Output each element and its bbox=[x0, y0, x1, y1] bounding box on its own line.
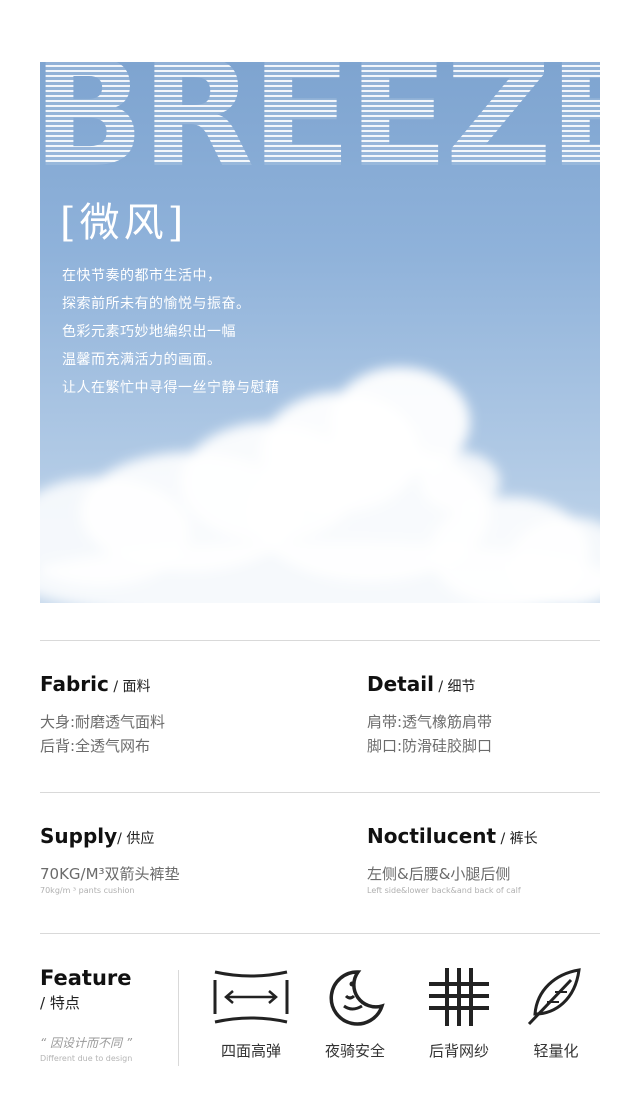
spec-supply-zh: / 供应 bbox=[117, 831, 155, 847]
spec-supply: Supply/ 供应 70KG/M³双箭头裤垫 70kg/m ³ pants c… bbox=[40, 824, 180, 895]
divider bbox=[40, 792, 600, 793]
spec-fabric-heading: Fabric / 面料 bbox=[40, 672, 165, 696]
spec-fabric-title: Fabric bbox=[40, 672, 109, 696]
hero-description: 在快节奏的都市生活中， 探索前所未有的愉悦与振奋。 色彩元素巧妙地编织出一幅 温… bbox=[62, 262, 280, 402]
spec-detail-line: 肩带:透气橡筋肩带 bbox=[367, 713, 493, 731]
feature-subtitle: / 特点 bbox=[40, 994, 80, 1012]
spec-supply-small: 70kg/m ³ pants cushion bbox=[40, 886, 135, 895]
spec-noctilucent-heading: Noctilucent / 裤长 bbox=[367, 824, 538, 848]
spec-noctilucent-line: 左侧&后腰&小腿后侧 bbox=[367, 865, 511, 883]
spec-fabric: Fabric / 面料 大身:耐磨透气面料 后背:全透气网布 bbox=[40, 672, 165, 758]
hero-line: 温馨而充满活力的画面。 bbox=[62, 352, 222, 368]
feature-quote: “ 因设计而不同 ” bbox=[40, 1036, 133, 1050]
spec-supply-title: Supply bbox=[40, 824, 118, 848]
spec-supply-heading: Supply/ 供应 bbox=[40, 824, 180, 848]
feature-heading: Feature / 特点 bbox=[40, 966, 132, 1013]
spec-detail-title: Detail bbox=[367, 672, 434, 696]
feature-item: 四面高弹 bbox=[199, 966, 303, 1061]
spec-detail-line: 脚口:防滑硅胶脚口 bbox=[367, 737, 493, 755]
spec-detail-zh: / 细节 bbox=[433, 679, 476, 695]
feather-icon bbox=[527, 968, 581, 1026]
moon-night-icon bbox=[329, 970, 385, 1026]
spec-noctilucent: Noctilucent / 裤长 左侧&后腰&小腿后侧 Left side&lo… bbox=[367, 824, 538, 895]
feature-title: Feature bbox=[40, 966, 132, 990]
feature-label: 后背网纱 bbox=[428, 1042, 489, 1060]
divider bbox=[40, 640, 600, 641]
feature-label: 四面高弹 bbox=[220, 1042, 281, 1060]
spec-fabric-zh: / 面料 bbox=[108, 679, 151, 695]
hero-big-word: BREEZE bbox=[40, 62, 600, 188]
spec-noctilucent-title: Noctilucent bbox=[367, 824, 497, 848]
hero-line: 探索前所未有的愉悦与振奋。 bbox=[62, 296, 251, 312]
hero-line: 在快节奏的都市生活中， bbox=[62, 268, 222, 284]
feature-quote-en: Different due to design bbox=[40, 1054, 133, 1063]
spec-noctilucent-zh: / 裤长 bbox=[496, 831, 538, 847]
feature-label: 轻量化 bbox=[533, 1042, 579, 1060]
feature-item: 夜骑安全 bbox=[303, 966, 407, 1061]
feature-label: 夜骑安全 bbox=[324, 1042, 385, 1060]
feature-item: 后背网纱 bbox=[407, 966, 511, 1061]
hero-line: 色彩元素巧妙地编织出一幅 bbox=[62, 324, 236, 340]
four-way-stretch-icon bbox=[213, 970, 289, 1024]
spec-noctilucent-small: Left side&lower back&and back of calf bbox=[367, 886, 521, 895]
spec-detail: Detail / 细节 肩带:透气橡筋肩带 脚口:防滑硅胶脚口 bbox=[367, 672, 492, 758]
spec-detail-heading: Detail / 细节 bbox=[367, 672, 492, 696]
feature-item: 轻量化 bbox=[504, 966, 608, 1061]
mesh-grid-icon bbox=[429, 968, 489, 1026]
spec-fabric-line: 后背:全透气网布 bbox=[40, 737, 151, 755]
divider bbox=[40, 933, 600, 934]
hero-title: [微风] bbox=[60, 200, 188, 246]
vertical-divider bbox=[178, 970, 179, 1066]
spec-supply-line: 70KG/M³双箭头裤垫 bbox=[40, 865, 180, 883]
hero-banner: BREEZE [微风] 在快节奏的都市生活中， 探索前所未有的愉悦与振奋。 色彩… bbox=[40, 62, 600, 603]
spec-fabric-line: 大身:耐磨透气面料 bbox=[40, 713, 166, 731]
hero-line: 让人在繁忙中寻得一丝宁静与慰藉 bbox=[62, 380, 280, 396]
